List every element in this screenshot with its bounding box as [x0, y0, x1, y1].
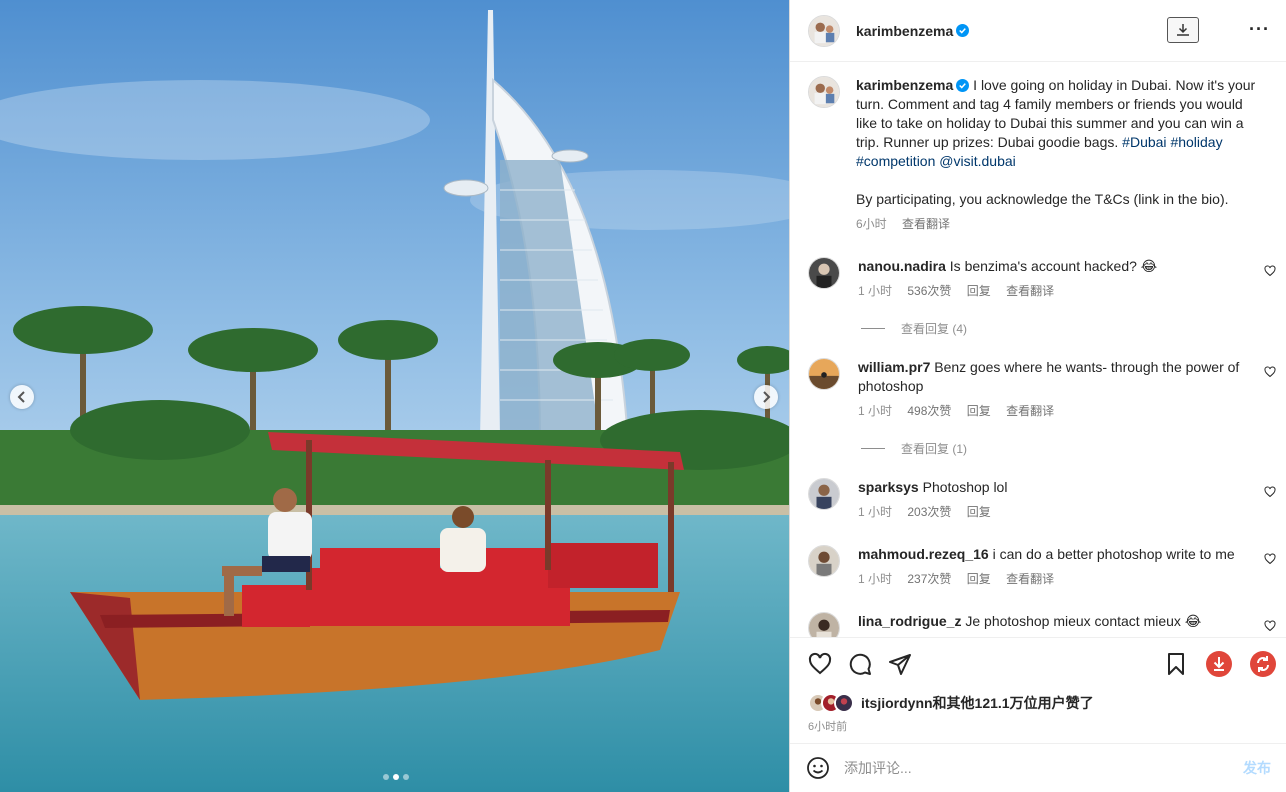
carousel-dot-active: [393, 774, 399, 780]
carousel-dot: [383, 774, 389, 780]
post-time: 6小时前: [808, 721, 848, 733]
comment-likes[interactable]: 498次赞: [907, 404, 951, 418]
comment-text: Photoshop lol: [922, 479, 1008, 495]
hashtag-link[interactable]: #competition: [856, 153, 935, 169]
comments-list: karimbenzema I love going on holiday in …: [790, 62, 1286, 637]
post-actions: itsjiordynn和其他121.1万位用户赞了 6小时前: [790, 637, 1286, 743]
comment-text: i can do a better photoshop write to me: [992, 546, 1235, 562]
chevron-right-icon: [763, 391, 771, 403]
comment-icon[interactable]: [848, 652, 872, 676]
view-replies-button[interactable]: 查看回复 (1): [861, 440, 967, 457]
download-circle-icon[interactable]: [1206, 651, 1232, 677]
comment-heart-icon[interactable]: [1264, 486, 1276, 498]
previous-image-button[interactable]: [10, 385, 34, 409]
comment-heart-icon[interactable]: [1264, 366, 1276, 378]
commenter-avatar[interactable]: [808, 257, 840, 289]
reply-button[interactable]: 回复: [967, 284, 991, 298]
mention-link[interactable]: @visit.dubai: [939, 153, 1015, 169]
download-button[interactable]: [1167, 17, 1199, 43]
caption-username[interactable]: karimbenzema: [856, 77, 953, 93]
comment-time: 1 小时: [858, 572, 893, 586]
bookmark-icon[interactable]: [1164, 652, 1188, 676]
post-comment-button[interactable]: 发布: [1243, 758, 1271, 778]
commenter-avatar[interactable]: [808, 545, 840, 577]
likes-summary[interactable]: itsjiordynn和其他121.1万位用户赞了: [808, 693, 1094, 713]
post-panel: karimbenzema ··· karimbenzema I love goi…: [789, 0, 1286, 792]
author-avatar[interactable]: [808, 14, 840, 47]
hashtag-link[interactable]: #holiday: [1170, 134, 1222, 150]
comment-text: Is benzima's account hacked? 😂: [949, 258, 1158, 274]
translate-link[interactable]: 查看翻译: [1006, 572, 1054, 586]
commenter-avatar[interactable]: [808, 612, 840, 637]
download-icon: [1177, 24, 1189, 36]
comment-username[interactable]: mahmoud.rezeq_16: [858, 546, 989, 562]
author-username[interactable]: karimbenzema: [856, 23, 953, 39]
verified-badge-icon: [956, 79, 970, 92]
comment-username[interactable]: william.pr7: [858, 359, 930, 375]
add-comment-bar: 发布: [790, 743, 1286, 792]
view-replies-button[interactable]: 查看回复 (4): [861, 320, 967, 337]
comment-username[interactable]: sparksys: [858, 479, 919, 495]
comment-item: william.pr7 Benz goes where he wants- th…: [808, 358, 1278, 421]
comment-likes[interactable]: 536次赞: [907, 284, 951, 298]
verified-badge-icon: [956, 24, 970, 37]
author-avatar[interactable]: [808, 76, 840, 108]
next-image-button[interactable]: [754, 385, 778, 409]
more-options-icon[interactable]: ···: [1249, 20, 1270, 38]
comment-heart-icon[interactable]: [1264, 620, 1276, 632]
translate-link[interactable]: 查看翻译: [902, 217, 950, 231]
liker-avatar: [834, 693, 854, 713]
post-photo: [0, 0, 789, 792]
repost-icon[interactable]: [1250, 651, 1276, 677]
chevron-left-icon: [17, 391, 25, 403]
comment-heart-icon[interactable]: [1264, 265, 1276, 277]
view-replies-label: 查看回复 (4): [901, 322, 968, 336]
comment-username[interactable]: lina_rodrigue_z: [858, 613, 961, 629]
comment-item: sparksys Photoshop lol 1 小时 203次赞 回复: [808, 478, 1278, 522]
comment-input[interactable]: [844, 760, 1243, 776]
post-media[interactable]: [0, 0, 789, 792]
reply-button[interactable]: 回复: [967, 404, 991, 418]
post-caption: karimbenzema I love going on holiday in …: [808, 76, 1278, 234]
comment-item: nanou.nadira Is benzima's account hacked…: [808, 257, 1278, 301]
caption-footer: By participating, you acknowledge the T&…: [856, 191, 1229, 207]
reply-button[interactable]: 回复: [967, 505, 991, 519]
comment-time: 1 小时: [858, 404, 893, 418]
caption-time: 6小时: [856, 217, 887, 231]
reply-button[interactable]: 回复: [967, 572, 991, 586]
commenter-avatar[interactable]: [808, 358, 840, 390]
translate-link[interactable]: 查看翻译: [1006, 404, 1054, 418]
comment-username[interactable]: nanou.nadira: [858, 258, 946, 274]
share-icon[interactable]: [888, 652, 912, 676]
comment-time: 1 小时: [858, 284, 893, 298]
view-replies-label: 查看回复 (1): [901, 442, 968, 456]
commenter-avatar[interactable]: [808, 478, 840, 510]
carousel-dots: [383, 774, 409, 780]
comment-time: 1 小时: [858, 505, 893, 519]
comment-likes[interactable]: 203次赞: [907, 505, 951, 519]
comment-heart-icon[interactable]: [1264, 553, 1276, 565]
comment-item: mahmoud.rezeq_16 i can do a better photo…: [808, 545, 1278, 589]
comment-text: Je photoshop mieux contact mieux 😂: [965, 613, 1202, 629]
translate-link[interactable]: 查看翻译: [1006, 284, 1054, 298]
likes-text: itsjiordynn和其他121.1万位用户赞了: [861, 695, 1094, 711]
divider: [861, 328, 885, 329]
comment-likes[interactable]: 237次赞: [907, 572, 951, 586]
emoji-icon[interactable]: [806, 756, 830, 780]
carousel-dot: [403, 774, 409, 780]
post-header: karimbenzema ···: [790, 0, 1286, 62]
comment-item: lina_rodrigue_z Je photoshop mieux conta…: [808, 612, 1278, 637]
hashtag-link[interactable]: #Dubai: [1122, 134, 1166, 150]
divider: [861, 448, 885, 449]
heart-icon[interactable]: [808, 652, 832, 676]
